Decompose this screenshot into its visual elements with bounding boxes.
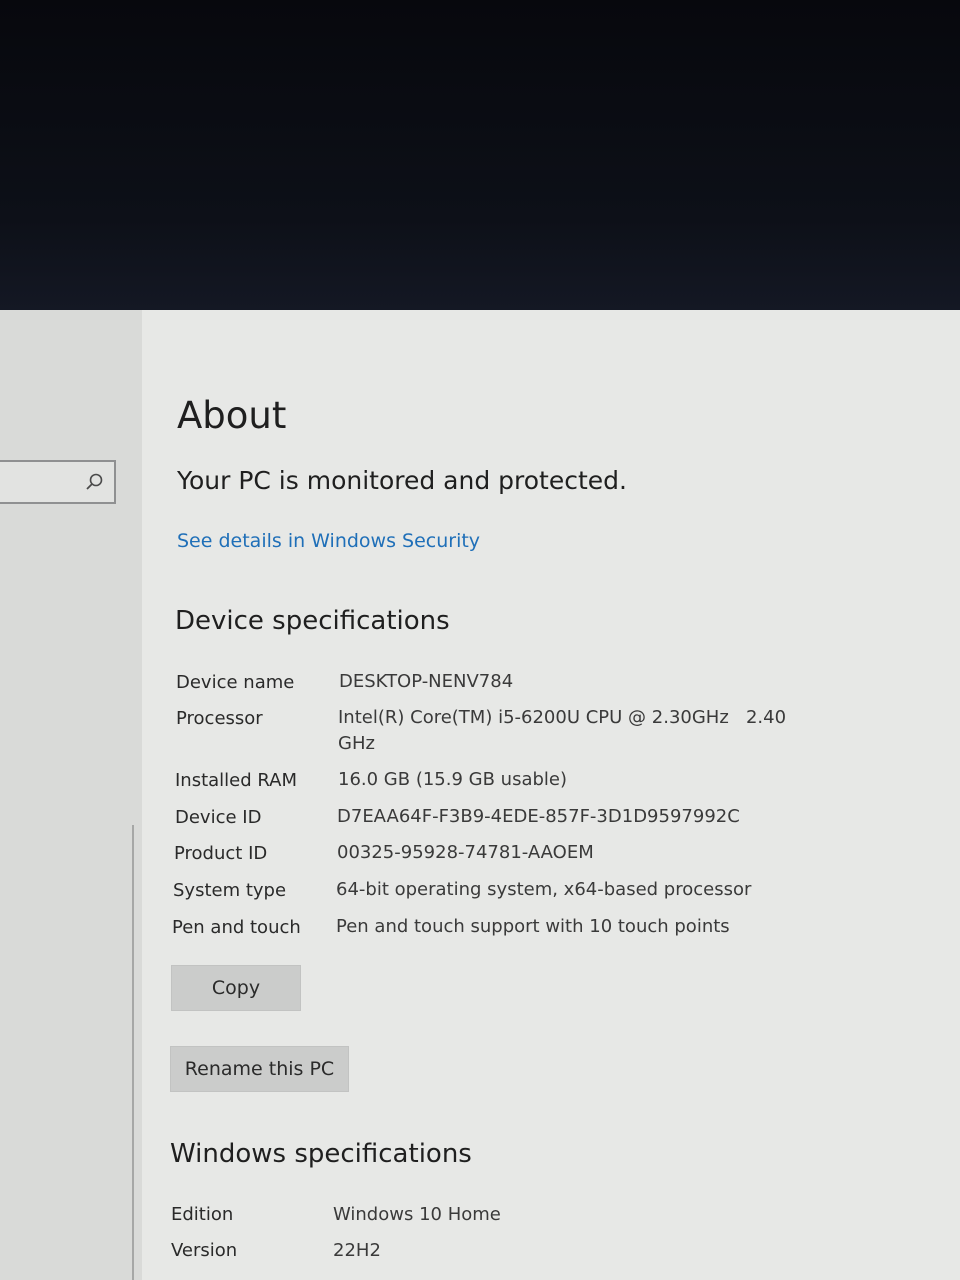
spec-label-device-id: Device ID [175,807,262,828]
spec-value-processor: Intel(R) Core(TM) i5-6200U CPU @ 2.30GHz… [338,707,787,728]
monitor-bezel [0,0,960,312]
rename-pc-button[interactable]: Rename this PC [170,1046,349,1092]
device-specs-heading: Device specifications [175,606,450,636]
spec-value-pen-touch: Pen and touch support with 10 touch poin… [336,916,730,937]
spec-label-device-name: Device name [176,672,295,693]
spec-value-product-id: 00325-95928-74781-AAOEM [337,842,594,863]
windows-specs-heading: Windows specifications [170,1139,472,1169]
spec-value-device-name: DESKTOP-NENV784 [339,671,514,692]
page-title: About [177,394,287,437]
settings-window: About Your PC is monitored and protected… [0,310,960,1280]
spec-label-installed-ram: Installed RAM [175,770,298,791]
spec-value-processor-cont: GHz [338,733,375,754]
spec-label-product-id: Product ID [174,843,268,864]
spec-value-edition: Windows 10 Home [333,1204,501,1225]
spec-label-edition: Edition [171,1204,234,1225]
spec-value-system-type: 64-bit operating system, x64-based proce… [336,879,752,900]
copy-button[interactable]: Copy [171,965,301,1011]
windows-security-link[interactable]: See details in Windows Security [177,530,480,552]
spec-label-system-type: System type [173,880,287,901]
spec-label-pen-touch: Pen and touch [172,917,301,938]
spec-label-processor: Processor [176,708,263,729]
spec-label-version: Version [171,1240,238,1261]
spec-value-device-id: D7EAA64F-F3B9-4EDE-857F-3D1D9597992C [337,806,740,827]
protection-status: Your PC is monitored and protected. [177,466,627,495]
spec-value-installed-ram: 16.0 GB (15.9 GB usable) [338,769,567,790]
spec-value-version: 22H2 [333,1240,381,1261]
about-page: About Your PC is monitored and protected… [0,310,960,1280]
